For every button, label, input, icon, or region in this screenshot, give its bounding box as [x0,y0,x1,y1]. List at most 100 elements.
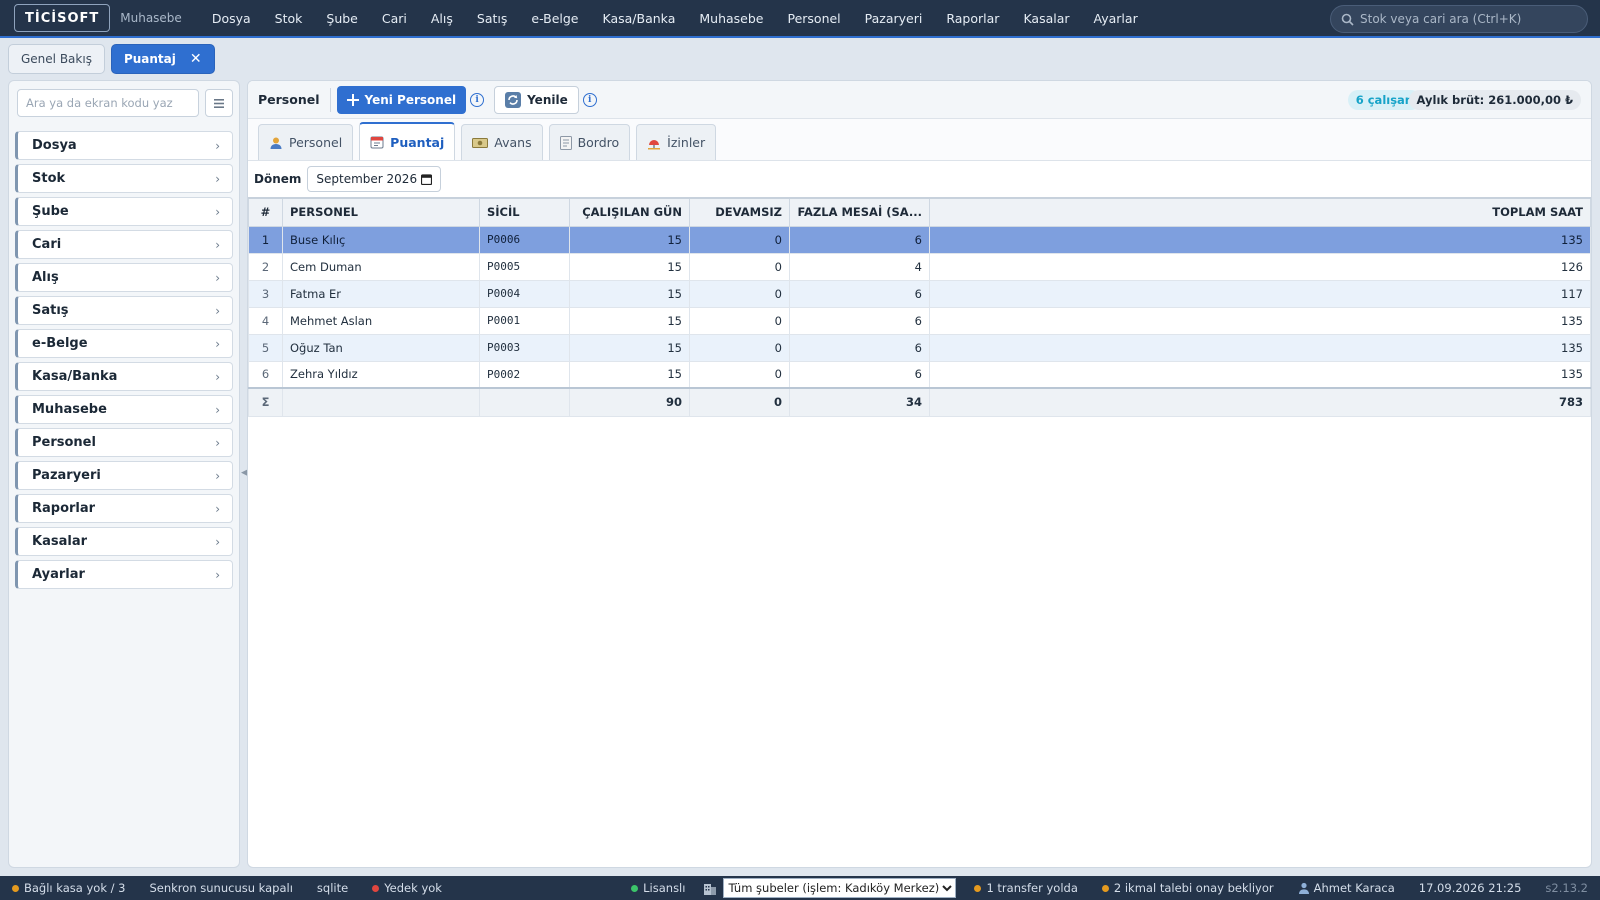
menu-stok[interactable]: Stok [263,0,315,36]
menu-cari[interactable]: Cari [370,0,419,36]
period-label: Dönem [254,172,302,186]
column-header-total-hours[interactable]: TOPLAM SAAT [929,197,1591,227]
nav-item-label: Kasa/Banka [32,369,118,384]
menu-ayarlar[interactable]: Ayarlar [1082,0,1150,36]
menu-raporlar[interactable]: Raporlar [934,0,1011,36]
nav-item-sube[interactable]: Şube › [15,197,233,226]
period-month-input[interactable]: September 2026 [307,166,442,192]
nav-item-personel[interactable]: Personel › [15,428,233,457]
menu-pazaryeri[interactable]: Pazaryeri [853,0,935,36]
row-overtime: 6 [789,306,930,335]
menu-personel[interactable]: Personel [775,0,852,36]
row-index: 3 [248,279,283,308]
leave-icon [648,139,661,149]
column-header-sicil[interactable]: SİCİL [479,197,570,227]
nav-item-kasalar[interactable]: Kasalar › [15,527,233,556]
menu-sube[interactable]: Şube [314,0,369,36]
nav-item-alis[interactable]: Alış › [15,263,233,292]
new-personnel-button[interactable]: Yeni Personel [336,85,467,114]
menu-kasalar[interactable]: Kasalar [1011,0,1081,36]
column-header-overtime[interactable]: FAZLA MESAİ (SA... [789,197,930,227]
module-label: Muhasebe [120,11,182,25]
subtab-izinler[interactable]: İzinler [636,124,717,160]
table-row[interactable]: 6 Zehra Yıldız P0002 15 0 6 135 [248,360,1591,389]
nav-item-label: Kasalar [32,534,87,549]
subtab-label: Avans [494,135,532,150]
menu-kasa-banka[interactable]: Kasa/Banka [591,0,688,36]
status-user[interactable]: Ahmet Karaca [1286,876,1407,900]
global-search-input[interactable] [1360,12,1580,26]
nav-search-input[interactable] [17,89,199,117]
refresh-button[interactable]: Yenile [494,85,579,114]
nav-item-pazaryeri[interactable]: Pazaryeri › [15,461,233,490]
menu-dosya[interactable]: Dosya [200,0,263,36]
list-toggle-button[interactable] [205,89,233,117]
table-row[interactable]: 5 Oğuz Tan P0003 15 0 6 135 [248,333,1591,362]
nav-item-e-belge[interactable]: e-Belge › [15,329,233,358]
tab-genel-bakis[interactable]: Genel Bakış [8,44,105,74]
status-approval[interactable]: 2 ikmal talebi onay bekliyor [1090,876,1286,900]
row-absent: 0 [689,333,790,362]
tab-label: Genel Bakış [21,52,92,66]
row-overtime: 6 [789,279,930,308]
status-transfer[interactable]: 1 transfer yolda [962,876,1089,900]
error-dot-icon [372,884,380,892]
menu-e-belge[interactable]: e-Belge [519,0,590,36]
nav-item-raporlar[interactable]: Raporlar › [15,494,233,523]
subtab-puantaj[interactable]: Puantaj [359,122,456,160]
row-name: Fatma Er [282,279,480,308]
chevron-right-icon: › [215,270,220,285]
column-header-days-worked[interactable]: ÇALIŞILAN GÜN [569,197,690,227]
status-license[interactable]: Lisanslı [619,876,697,900]
global-search[interactable] [1330,5,1588,33]
status-datetime-text: 17.09.2026 21:25 [1418,881,1522,895]
column-header-personel[interactable]: PERSONEL [282,197,480,227]
column-header-index[interactable]: # [248,197,283,227]
subtab-personel[interactable]: Personel [258,124,354,160]
status-sync[interactable]: Senkron sunucusu kapalı [137,876,304,900]
nav-item-label: Stok [32,171,66,186]
personnel-toolbar: Personel Yeni Personel i Yenile i 6 çalı… [248,81,1591,119]
subtab-avans[interactable]: Avans [461,124,543,160]
row-name: Cem Duman [282,252,480,281]
table-row[interactable]: 1 Buse Kılıç P0006 15 0 6 135 [248,225,1591,254]
table-row[interactable]: 4 Mehmet Aslan P0001 15 0 6 135 [248,306,1591,335]
branch-select[interactable]: Tüm şubeler (işlem: Kadıköy Merkez) [723,878,957,898]
nav-list: Dosya › Stok › Şube › Cari › Alış › Satış › e-… [15,131,233,593]
row-days: 15 [569,333,690,362]
column-header-absent[interactable]: DEVAMSIZ [689,197,790,227]
nav-item-muhasebe[interactable]: Muhasebe › [15,395,233,424]
info-icon[interactable]: i [582,92,597,107]
menu-satis[interactable]: Satış [465,0,519,36]
plus-icon [346,93,359,106]
nav-item-cari[interactable]: Cari › [15,230,233,259]
status-kasa[interactable]: Bağlı kasa yok / 3 [0,876,137,900]
close-icon[interactable]: ✕ [190,51,202,67]
warning-dot-icon [974,884,982,892]
menu-muhasebe[interactable]: Muhasebe [687,0,775,36]
nav-item-label: Muhasebe [32,402,107,417]
nav-item-satis[interactable]: Satış › [15,296,233,325]
chevron-right-icon: › [215,402,220,417]
nav-item-kasa-banka[interactable]: Kasa/Banka › [15,362,233,391]
nav-item-label: e-Belge [32,336,88,351]
nav-item-ayarlar[interactable]: Ayarlar › [15,560,233,589]
totals-symbol: Σ [248,387,283,417]
nav-item-label: Pazaryeri [32,468,101,483]
building-icon [704,883,717,895]
app-logo[interactable]: TİCİSOFT [14,4,111,32]
table-row[interactable]: 2 Cem Duman P0005 15 0 4 126 [248,252,1591,281]
row-total: 117 [929,279,1591,308]
calendar-icon[interactable] [421,173,433,185]
totals-absent: 0 [689,387,790,417]
status-backup[interactable]: Yedek yok [360,876,454,900]
row-total: 135 [929,225,1591,254]
table-row[interactable]: 3 Fatma Er P0004 15 0 6 117 [248,279,1591,308]
subtab-bordro[interactable]: Bordro [548,124,631,160]
row-overtime: 6 [789,333,930,362]
nav-item-stok[interactable]: Stok › [15,164,233,193]
tab-puantaj[interactable]: Puantaj ✕ [110,44,215,74]
menu-alis[interactable]: Alış [419,0,465,36]
nav-item-dosya[interactable]: Dosya › [15,131,233,160]
info-icon[interactable]: i [470,92,485,107]
